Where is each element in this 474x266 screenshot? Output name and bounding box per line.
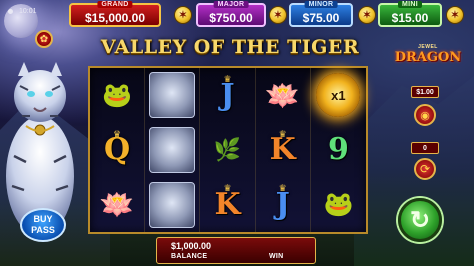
settings-button[interactable]: ✿ xyxy=(35,30,53,48)
buy-pass-button[interactable]: BUY PASS xyxy=(20,208,66,242)
coin-stack-icon: ◉ xyxy=(420,109,430,122)
white-tiger-symbol-icon xyxy=(149,72,196,119)
jackpot-mini-label: MINI xyxy=(398,1,422,8)
reel-cell xyxy=(145,122,201,178)
jackpot-grand-value: $15,000.00 xyxy=(84,11,146,25)
status-time: 10:01 xyxy=(19,8,37,15)
jackpot-mini: MINI $15.00 xyxy=(378,1,442,27)
crown-icon: ♛ xyxy=(113,128,122,139)
bet-amount-display: $1.00 xyxy=(411,86,439,98)
reel-cell: 9 xyxy=(311,123,366,178)
jackpot-major-label: MAJOR xyxy=(213,1,249,8)
reel-grid: 🐸 ♛ J 🪷 x1 ♛ Q 🌿 ♛ K 9 🪷 ♛ K ♛ J 🐸 xyxy=(88,66,368,234)
jade-frog-icon: 🐸 xyxy=(323,191,354,219)
brand-logo: JEWEL DRAGON xyxy=(393,44,463,70)
reel-cell xyxy=(145,68,201,123)
jackpot-grand-label: GRAND xyxy=(97,1,133,8)
reel-cell: 🪷 xyxy=(256,68,311,123)
reel-cell: ♛ J xyxy=(200,68,256,123)
balance-value: $1,000.00 xyxy=(171,241,212,251)
symbol-9: 9 xyxy=(327,132,349,168)
reel-cell: ♛ K xyxy=(256,122,311,178)
golden-horn-icon: 🌿 xyxy=(213,136,242,162)
game-title: VALLEY OF THE TIGER xyxy=(100,36,360,58)
jackpot-major: MAJOR $750.00 xyxy=(196,1,266,27)
balance-label: BALANCE xyxy=(171,253,208,260)
reel-cell: ♛ Q xyxy=(90,122,146,178)
jackpot-grand: GRAND $15,000.00 xyxy=(69,1,161,27)
autoplay-count-display: 0 xyxy=(411,142,439,154)
reel-cell: 🐸 xyxy=(311,177,366,232)
crown-icon: ♛ xyxy=(223,183,232,194)
buy-pass-line1: BUY xyxy=(33,214,53,224)
settings-gear-icon: ✿ xyxy=(39,33,49,45)
crown-icon: ♛ xyxy=(278,183,287,194)
reel-cell: 🌿 xyxy=(200,122,256,178)
jackpot-mini-value: $15.00 xyxy=(391,11,429,25)
coin-icon: ✶ xyxy=(174,6,192,24)
autoplay-icon: ⟳ xyxy=(419,162,431,176)
crown-icon: ♛ xyxy=(278,128,287,139)
lotus-icon: 🪷 xyxy=(99,189,135,221)
coin-icon: ✶ xyxy=(358,6,376,24)
coin-icon: ✶ xyxy=(269,6,287,24)
bet-select-button[interactable]: ◉ xyxy=(414,104,436,126)
buy-pass-line2: PASS xyxy=(31,225,55,235)
autoplay-button[interactable]: ⟳ xyxy=(414,158,436,180)
crown-icon: ♛ xyxy=(223,74,232,84)
reel-cell: x1 xyxy=(311,68,366,123)
white-tiger-symbol-icon xyxy=(149,126,196,173)
status-bar: 10:01 xyxy=(8,8,37,15)
spin-arrow-icon: ↻ xyxy=(409,206,431,234)
balance-bar: $1,000.00 BALANCE WIN xyxy=(156,237,316,264)
reel-cell: 🪷 xyxy=(90,177,146,232)
multiplier-label: x1 xyxy=(331,87,346,103)
jackpot-major-value: $750.00 xyxy=(209,11,253,25)
jackpot-minor-value: $75.00 xyxy=(302,11,340,25)
multiplier-coin-symbol: x1 xyxy=(316,73,361,118)
white-tiger-symbol-icon xyxy=(149,181,196,228)
jackpot-minor-label: MINOR xyxy=(304,1,338,8)
reel-cell xyxy=(145,177,201,232)
reel-cell: 🐸 xyxy=(90,68,146,123)
status-dot-icon xyxy=(8,9,13,14)
reel-cell: ♛ J xyxy=(256,177,311,232)
brand-logo-big: DRAGON xyxy=(394,50,462,65)
jackpot-minor: MINOR $75.00 xyxy=(289,1,353,27)
jade-frog-icon: 🐸 xyxy=(102,81,133,109)
reel-cell: ♛ K xyxy=(200,177,256,232)
win-label: WIN xyxy=(269,253,284,260)
spin-button[interactable]: ↻ xyxy=(398,198,442,242)
lotus-icon: 🪷 xyxy=(265,79,301,111)
coin-icon: ✶ xyxy=(446,6,464,24)
